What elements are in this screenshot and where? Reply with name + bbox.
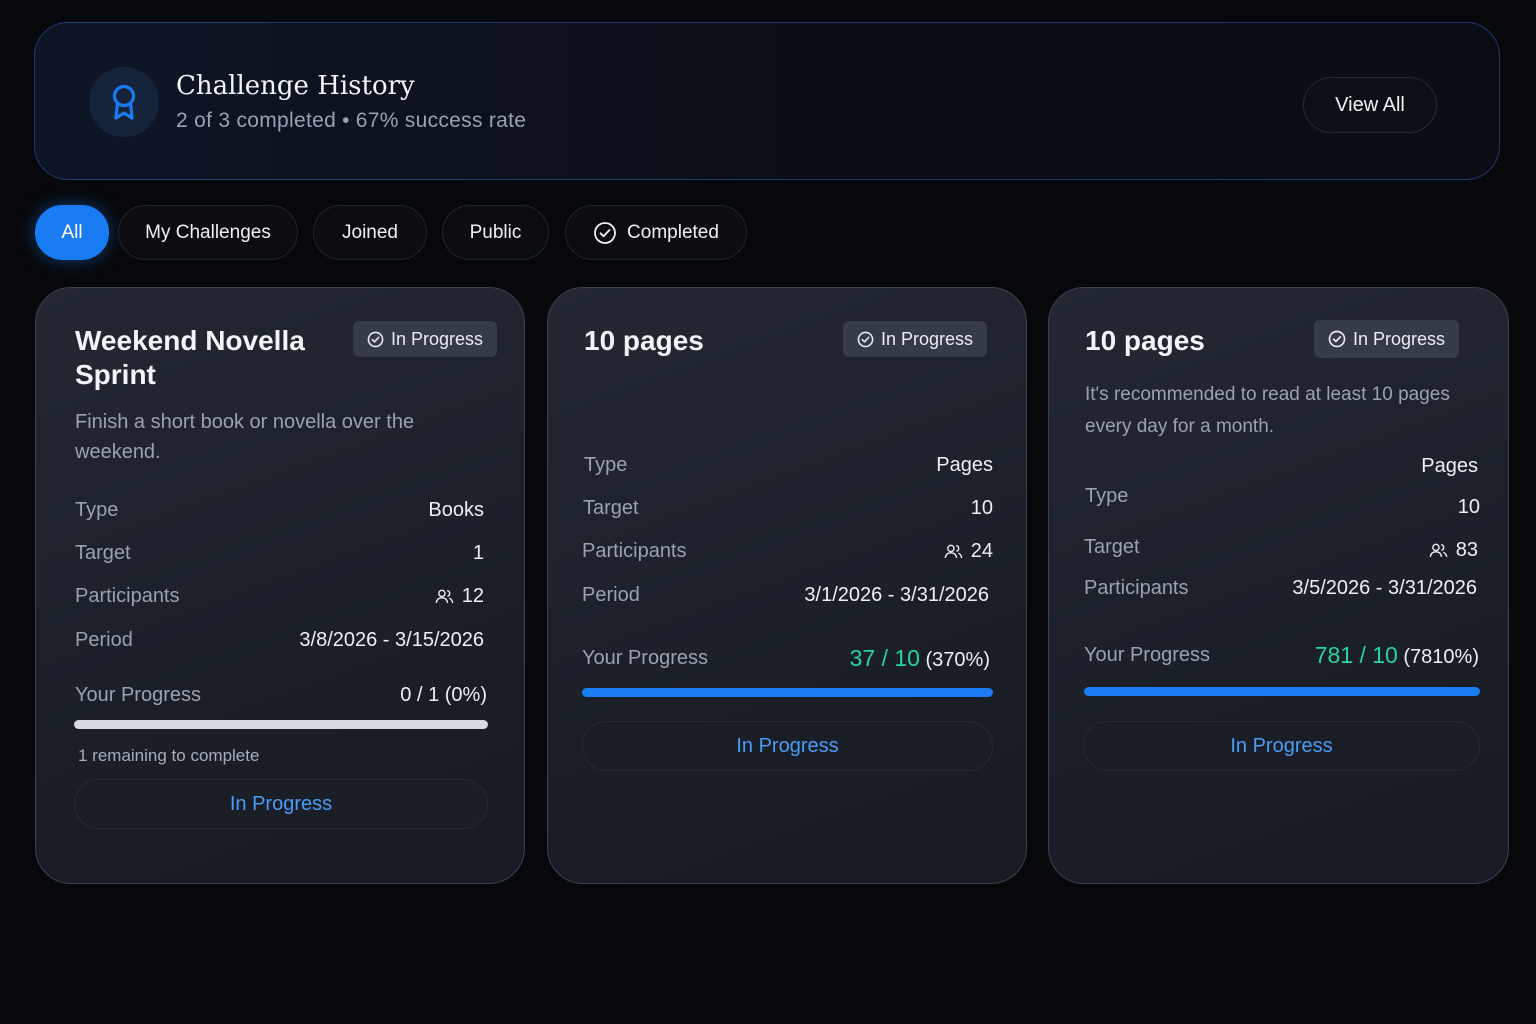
check-circle-icon: [367, 331, 384, 348]
type-label: Type: [1085, 485, 1129, 507]
period-label: Period: [75, 629, 133, 651]
in-progress-button[interactable]: In Progress: [74, 779, 488, 829]
target-label: Target: [75, 542, 131, 564]
period-value: 3/1/2026 - 3/31/2026: [804, 584, 989, 606]
users-icon: [1429, 542, 1448, 559]
filter-label: Joined: [342, 221, 398, 243]
challenge-title: Weekend Novella Sprint: [75, 324, 305, 392]
page-title: Challenge History: [176, 71, 415, 101]
participants-count: 24: [970, 540, 993, 562]
desc-line: It's recommended to read at least 10 pag…: [1085, 384, 1450, 405]
award-ribbon-icon: [108, 83, 140, 121]
period-value: 3/8/2026 - 3/15/2026: [299, 629, 484, 651]
filter-label: My Challenges: [145, 221, 271, 243]
period-label: Period: [582, 584, 640, 606]
status-text: In Progress: [881, 328, 974, 349]
participants-label: Participants: [582, 540, 687, 562]
desc-line: every day for a month.: [1085, 416, 1275, 437]
filter-label: Public: [469, 221, 522, 243]
title-line: Sprint: [75, 359, 156, 390]
progress-bar: [582, 688, 993, 697]
challenge-card[interactable]: Weekend Novella Sprint In Progress Finis…: [35, 287, 525, 884]
filter-joined[interactable]: Joined: [313, 205, 427, 260]
separator-dot: •: [342, 109, 350, 132]
participants-label: Participants: [1084, 577, 1189, 599]
participants-value: 24: [944, 540, 993, 563]
challenge-description: It's recommended to read at least 10 pag…: [1085, 379, 1450, 443]
target-value: 1: [472, 542, 484, 564]
view-all-button[interactable]: View All: [1303, 77, 1437, 133]
progress-bar: [74, 720, 488, 729]
status-badge: In Progress: [353, 321, 498, 357]
challenge-title: 10 pages: [584, 325, 704, 356]
status-badge: In Progress: [1314, 320, 1460, 358]
filter-all[interactable]: All: [35, 205, 109, 260]
progress-value: 37 / 10 (370%): [850, 645, 990, 672]
status-text: In Progress: [1353, 328, 1446, 349]
participants-label: Participants: [75, 585, 180, 607]
history-summary: 2 of 3 completed • 67% success rate: [176, 109, 526, 133]
users-icon: [944, 543, 963, 560]
desc-line: weekend.: [75, 441, 161, 463]
target-value: 10: [970, 497, 993, 519]
challenge-description: Finish a short book or novella over the …: [75, 407, 414, 467]
challenge-history-header: Challenge History 2 of 3 completed • 67% s…: [34, 22, 1500, 180]
target-label: Target: [1084, 536, 1140, 558]
challenge-card[interactable]: 10 pages In Progress Type Pages Target 1…: [547, 287, 1027, 884]
target-label: Target: [583, 497, 639, 519]
check-circle-icon: [1328, 330, 1346, 348]
status-text: In Progress: [391, 328, 484, 349]
progress-percent: (370%): [925, 649, 990, 671]
progress-value: 781 / 10 (7810%): [1315, 642, 1479, 669]
progress-bar: [1084, 687, 1480, 696]
progress-label: Your Progress: [582, 647, 708, 669]
in-progress-button[interactable]: In Progress: [1083, 721, 1480, 771]
filter-label: Completed: [627, 221, 719, 243]
progress-label: Your Progress: [75, 684, 201, 706]
period-value: 3/5/2026 - 3/31/2026: [1292, 577, 1477, 599]
in-progress-button[interactable]: In Progress: [582, 721, 993, 771]
filter-my-challenges[interactable]: My Challenges: [118, 205, 298, 260]
type-value: Pages: [1421, 455, 1478, 477]
challenge-card[interactable]: 10 pages In Progress It's recommended to…: [1048, 287, 1509, 884]
desc-line: Finish a short book or novella over the: [75, 411, 415, 433]
remaining-text: 1 remaining to complete: [78, 746, 260, 765]
check-circle-icon: [593, 221, 617, 245]
progress-percent: (7810%): [1403, 646, 1479, 668]
title-line: Weekend Novella: [75, 325, 305, 356]
filter-label: All: [61, 221, 83, 243]
type-value: Books: [428, 499, 484, 521]
progress-count: 37 / 10: [849, 645, 920, 671]
users-icon: [435, 588, 454, 605]
participants-count: 12: [461, 585, 484, 607]
status-badge: In Progress: [843, 321, 988, 357]
challenge-title: 10 pages: [1085, 325, 1205, 356]
progress-value: 0 / 1 (0%): [400, 684, 487, 706]
participants-count: 83: [1455, 539, 1478, 561]
award-badge: [89, 67, 159, 137]
filter-public[interactable]: Public: [442, 205, 549, 260]
type-value: Pages: [936, 454, 993, 476]
progress-label: Your Progress: [1084, 644, 1210, 666]
participants-value: 12: [435, 585, 484, 608]
progress-count: 781 / 10: [1314, 642, 1398, 668]
target-value: 10: [1457, 496, 1480, 518]
success-rate: 67% success rate: [355, 109, 527, 132]
type-label: Type: [75, 499, 119, 521]
type-label: Type: [584, 454, 628, 476]
check-circle-icon: [857, 331, 874, 348]
completed-count: 2 of 3 completed: [176, 109, 337, 132]
participants-value: 83: [1429, 539, 1478, 562]
filter-completed[interactable]: Completed: [565, 205, 747, 260]
